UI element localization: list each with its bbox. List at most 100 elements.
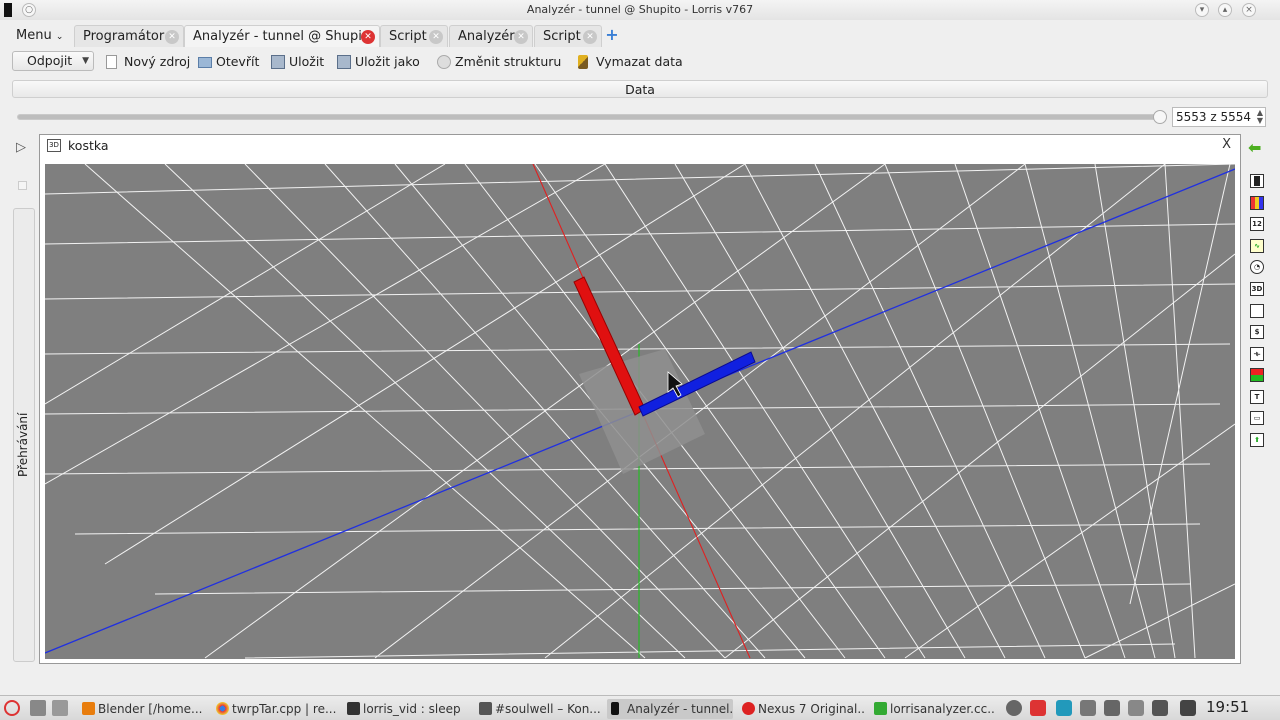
playback-panel: ▷ Přehrávání — [8, 136, 36, 664]
task-label: lorris_vid : sleep — [363, 702, 461, 716]
tab-analyzer[interactable]: Analyzér ✕ — [449, 25, 533, 47]
tab-script[interactable]: Script ✕ — [380, 25, 448, 47]
clock-icon[interactable]: ◔ — [1250, 260, 1264, 274]
open-label: Otevřít — [216, 54, 260, 69]
tab-bar: Menu ⌄ Programátor ✕ Analyzér - tunnel @ … — [0, 24, 1280, 48]
playback-panel-tab[interactable]: Přehrávání — [13, 208, 35, 662]
data-toggle-bar[interactable]: Data — [12, 80, 1268, 98]
network-manager-icon[interactable] — [1006, 700, 1022, 716]
blank-icon[interactable] — [1250, 304, 1264, 318]
spin-arrows-icon[interactable]: ▲ ▼ — [1257, 109, 1263, 125]
task-konversation[interactable]: #soulwell – Kon... — [475, 699, 601, 719]
save-label: Uložit — [289, 54, 325, 69]
add-tab-icon[interactable]: + — [604, 27, 620, 43]
task-terminal[interactable]: lorris_vid : sleep — [343, 699, 467, 719]
graph-icon[interactable]: ∿ — [1250, 239, 1264, 253]
task-label: #soulwell – Kon... — [495, 702, 601, 716]
task-label: Nexus 7 Original... — [758, 702, 864, 716]
activities-icon[interactable] — [52, 700, 68, 716]
position-value: 5553 z 5554 — [1176, 110, 1252, 124]
tab-label: Programátor — [83, 29, 165, 44]
chat-icon — [479, 702, 492, 715]
slider-icon[interactable]: ⟛ — [1250, 347, 1264, 361]
task-chrome[interactable]: twrpTar.cpp | re... — [212, 699, 336, 719]
widget-close-button[interactable]: X — [1222, 135, 1231, 155]
close-window-icon[interactable]: × — [1242, 3, 1256, 17]
wifi-icon[interactable] — [1152, 700, 1168, 716]
color-bars-icon[interactable] — [1250, 196, 1264, 210]
tab-analyzer-tunnel[interactable]: Analyzér - tunnel @ Shupi... ✕ — [184, 25, 380, 47]
battery-icon[interactable] — [1250, 174, 1264, 188]
input-icon[interactable]: ▭ — [1250, 411, 1264, 425]
tab-label: Script — [389, 29, 427, 44]
back-arrow-icon[interactable]: ⬅ — [1248, 138, 1261, 157]
loop-checkbox[interactable] — [18, 181, 27, 190]
tab-programator[interactable]: Programátor ✕ — [74, 25, 184, 47]
close-tab-icon[interactable]: ✕ — [583, 30, 597, 44]
playback-slider-fill — [18, 115, 1161, 119]
save-icon — [271, 55, 285, 69]
menu-circle-icon[interactable]: ○ — [22, 3, 36, 17]
save-button[interactable]: Uložit — [271, 52, 324, 72]
show-desktop-icon[interactable] — [30, 700, 46, 716]
start-menu-icon[interactable] — [4, 700, 20, 716]
3d-widget-icon: 3D — [47, 139, 61, 152]
editor-icon — [874, 702, 887, 715]
new-source-button[interactable]: Nový zdroj — [106, 52, 190, 72]
playback-slider[interactable] — [17, 110, 1167, 124]
3d-scene[interactable] — [45, 164, 1235, 659]
save-as-icon — [337, 55, 351, 69]
window-titlebar: Analyzér - tunnel @ Shupito - Lorris v76… — [0, 0, 1280, 20]
close-tab-icon[interactable]: ✕ — [429, 30, 443, 44]
toolbar: Nový zdroj Otevřít Uložit Uložit jako Zm… — [0, 50, 1280, 74]
task-blender[interactable]: Blender [/home... — [78, 699, 204, 719]
data-bar-label: Data — [625, 82, 655, 97]
script-icon[interactable]: $ — [1250, 325, 1264, 339]
3d-icon[interactable]: 3D — [1250, 282, 1264, 296]
number-icon[interactable]: 12 — [1250, 217, 1264, 231]
open-button[interactable]: Otevřít — [198, 52, 259, 72]
notification-icon[interactable] — [1030, 700, 1046, 716]
save-as-button[interactable]: Uložit jako — [337, 52, 420, 72]
task-lorris[interactable]: Analyzér - tunnel... — [607, 699, 733, 719]
arrow-up-icon[interactable]: ⬆ — [1250, 433, 1264, 447]
position-spinbox[interactable]: 5553 z 5554 ▲ ▼ — [1172, 107, 1266, 127]
change-structure-button[interactable]: Změnit strukturu — [437, 52, 561, 72]
playback-slider-handle[interactable] — [1153, 110, 1167, 124]
close-tab-icon[interactable]: ✕ — [514, 30, 528, 44]
folder-icon — [198, 57, 212, 68]
task-editor[interactable]: lorrisanalyzer.cc... — [870, 699, 996, 719]
bluetooth-icon[interactable] — [1056, 700, 1072, 716]
updates-icon[interactable] — [1128, 700, 1144, 716]
play-icon[interactable]: ▷ — [16, 140, 26, 155]
app-icon — [4, 3, 12, 17]
volume-icon[interactable] — [1104, 700, 1120, 716]
minimize-icon[interactable]: ▾ — [1195, 3, 1209, 17]
taskbar: Blender [/home... twrpTar.cpp | re... lo… — [0, 695, 1280, 720]
task-label: Blender [/home... — [98, 702, 203, 716]
maximize-icon[interactable]: ▴ — [1218, 3, 1232, 17]
clipboard-icon[interactable] — [1080, 700, 1096, 716]
clear-data-button[interactable]: Vymazat data — [578, 52, 683, 72]
main-menu-button[interactable]: Menu ⌄ — [10, 26, 69, 46]
window-title: Analyzér - tunnel @ Shupito - Lorris v76… — [526, 3, 754, 16]
main-menu-label: Menu — [16, 28, 52, 43]
close-tab-icon[interactable]: ✕ — [361, 30, 375, 44]
tab-script-2[interactable]: Script ✕ — [534, 25, 602, 47]
widget-titlebar[interactable]: 3D kostka X — [40, 135, 1240, 161]
text-icon[interactable]: T — [1250, 390, 1264, 404]
3d-viewport[interactable] — [45, 164, 1235, 659]
task-nexus[interactable]: Nexus 7 Original... — [738, 699, 864, 719]
terminal-icon — [347, 702, 360, 715]
battery-status-icon[interactable] — [1180, 700, 1196, 716]
tab-label: Script — [543, 29, 581, 44]
close-tab-icon[interactable]: ✕ — [165, 30, 179, 44]
new-file-icon — [106, 55, 117, 69]
gear-icon — [437, 55, 451, 69]
widget-title: kostka — [68, 138, 109, 153]
broom-icon — [578, 55, 588, 69]
color-icon[interactable] — [1250, 368, 1264, 382]
lorris-icon — [611, 702, 619, 715]
clock[interactable]: 19:51 — [1206, 698, 1249, 716]
save-as-label: Uložit jako — [355, 54, 420, 69]
